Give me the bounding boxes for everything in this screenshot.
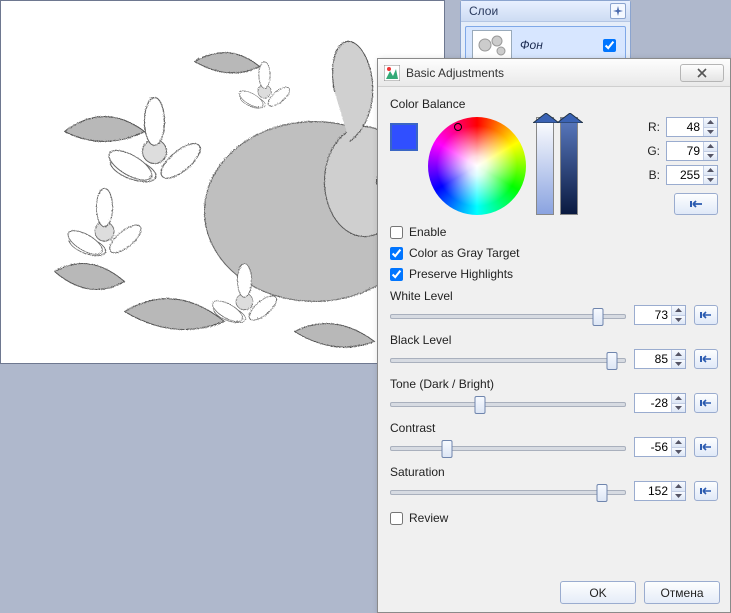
g-input[interactable]	[667, 142, 703, 160]
darkness-bar[interactable]	[560, 117, 578, 215]
dialog-titlebar[interactable]: Basic Adjustments	[378, 59, 730, 87]
review-checkbox-row[interactable]: Review	[390, 511, 718, 525]
gray-target-label: Color as Gray Target	[409, 246, 520, 260]
pin-icon[interactable]	[610, 3, 626, 19]
ok-button[interactable]: OK	[560, 581, 636, 604]
b-input[interactable]	[667, 166, 703, 184]
color-swatch[interactable]	[390, 123, 418, 151]
tone-input[interactable]	[635, 394, 671, 412]
layer-thumbnail	[472, 30, 512, 60]
layer-visibility-checkbox[interactable]	[603, 39, 616, 52]
layer-name: Фон	[520, 38, 591, 52]
lightness-bar[interactable]	[536, 117, 554, 215]
g-spinner[interactable]	[666, 141, 718, 161]
preserve-highlights-checkbox-row[interactable]: Preserve Highlights	[390, 267, 718, 281]
r-down[interactable]	[704, 128, 717, 137]
tone-reset[interactable]	[694, 393, 718, 413]
black-level-reset[interactable]	[694, 349, 718, 369]
saturation-slider[interactable]	[390, 481, 626, 501]
tone-slider[interactable]	[390, 393, 626, 413]
review-label: Review	[409, 511, 448, 525]
black-level-spinner[interactable]	[634, 349, 686, 369]
color-reset-button[interactable]	[674, 193, 718, 215]
r-spinner[interactable]	[666, 117, 718, 137]
contrast-thumb[interactable]	[441, 440, 452, 458]
saturation-thumb[interactable]	[597, 484, 608, 502]
enable-checkbox[interactable]	[390, 226, 403, 239]
b-down[interactable]	[704, 176, 717, 185]
contrast-slider[interactable]	[390, 437, 626, 457]
b-spinner[interactable]	[666, 165, 718, 185]
saturation-input[interactable]	[635, 482, 671, 500]
contrast-reset[interactable]	[694, 437, 718, 457]
white-level-slider[interactable]	[390, 305, 626, 325]
tone-label: Tone (Dark / Bright)	[390, 377, 718, 391]
dialog-title: Basic Adjustments	[406, 66, 504, 80]
reset-arrow-icon	[700, 486, 712, 496]
enable-checkbox-row[interactable]: Enable	[390, 225, 718, 239]
gray-target-checkbox-row[interactable]: Color as Gray Target	[390, 246, 718, 260]
tone-spinner[interactable]	[634, 393, 686, 413]
b-label: B:	[644, 168, 660, 182]
saturation-reset[interactable]	[694, 481, 718, 501]
reset-arrow-icon	[700, 310, 712, 320]
basic-adjustments-dialog: Basic Adjustments Color Balance R:	[377, 58, 731, 613]
black-level-slider[interactable]	[390, 349, 626, 369]
r-label: R:	[644, 120, 660, 134]
g-label: G:	[644, 144, 660, 158]
saturation-spinner[interactable]	[634, 481, 686, 501]
b-up[interactable]	[704, 166, 717, 176]
preserve-highlights-label: Preserve Highlights	[409, 267, 513, 281]
layers-panel-title: Слои	[469, 4, 498, 18]
black-level-thumb[interactable]	[606, 352, 617, 370]
enable-label: Enable	[409, 225, 446, 239]
white-level-input[interactable]	[635, 306, 671, 324]
color-balance-label: Color Balance	[390, 97, 718, 111]
contrast-label: Contrast	[390, 421, 718, 435]
reset-arrow-icon	[700, 398, 712, 408]
white-level-spinner[interactable]	[634, 305, 686, 325]
white-level-reset[interactable]	[694, 305, 718, 325]
black-level-label: Black Level	[390, 333, 718, 347]
color-wheel[interactable]	[428, 117, 526, 215]
r-input[interactable]	[667, 118, 703, 136]
gray-target-checkbox[interactable]	[390, 247, 403, 260]
white-level-thumb[interactable]	[592, 308, 603, 326]
preserve-highlights-checkbox[interactable]	[390, 268, 403, 281]
reset-arrow-icon	[700, 354, 712, 364]
lightness-handle[interactable]	[533, 112, 559, 122]
saturation-label: Saturation	[390, 465, 718, 479]
white-level-label: White Level	[390, 289, 718, 303]
layers-panel-header[interactable]: Слои	[461, 1, 630, 22]
darkness-handle[interactable]	[557, 112, 583, 122]
review-checkbox[interactable]	[390, 512, 403, 525]
cancel-button[interactable]: Отмена	[644, 581, 720, 604]
tone-thumb[interactable]	[474, 396, 485, 414]
reset-arrow-icon	[689, 198, 703, 210]
black-level-input[interactable]	[635, 350, 671, 368]
close-button[interactable]	[680, 64, 724, 82]
app-icon	[384, 65, 400, 81]
contrast-input[interactable]	[635, 438, 671, 456]
g-up[interactable]	[704, 142, 717, 152]
g-down[interactable]	[704, 152, 717, 161]
r-up[interactable]	[704, 118, 717, 128]
reset-arrow-icon	[700, 442, 712, 452]
close-icon	[697, 68, 707, 78]
color-wheel-picker[interactable]	[454, 123, 462, 131]
contrast-spinner[interactable]	[634, 437, 686, 457]
